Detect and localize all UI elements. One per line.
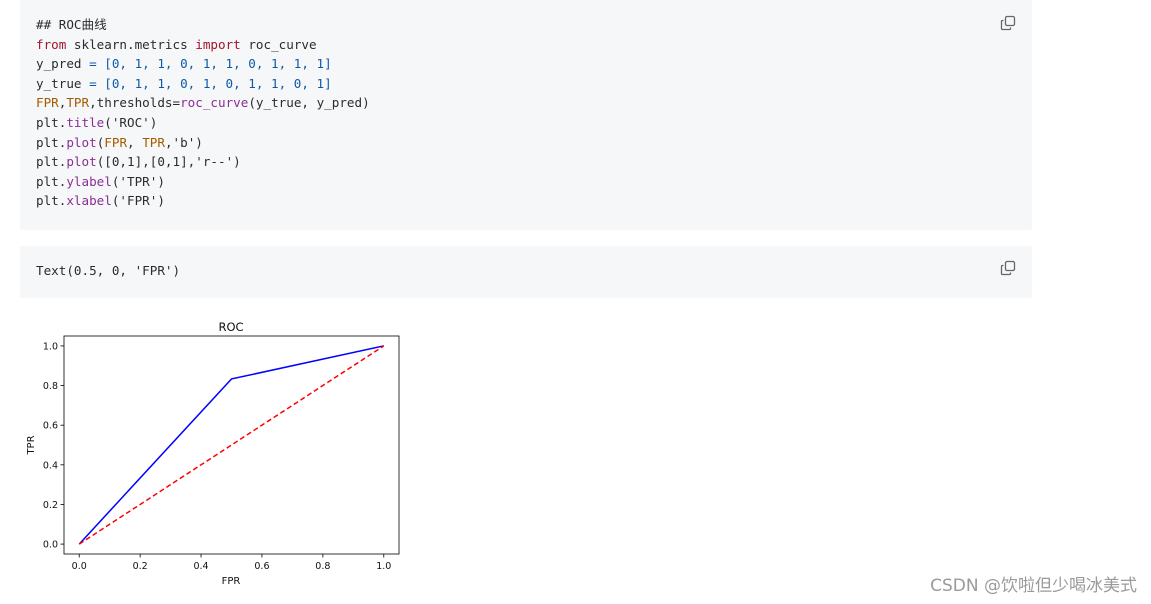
- code-token: ,thresholds=: [89, 95, 181, 111]
- code-line: plt.xlabel('FPR'): [36, 193, 165, 208]
- code-token: ('FPR'): [111, 193, 165, 209]
- code-token: plt.: [36, 193, 67, 209]
- output-text: Text(0.5, 0, 'FPR'): [36, 263, 181, 278]
- code-token: plot: [66, 154, 97, 170]
- x-tick-label: 0.8: [315, 561, 330, 572]
- y-axis-ticks: 0.0 0.2 0.4 0.6 0.8 1.0: [43, 341, 64, 551]
- code-text[interactable]: ## ROC曲线 from sklearn.metrics import roc…: [36, 15, 1032, 211]
- y-tick-label: 1.0: [43, 341, 58, 352]
- x-tick-label: 1.0: [376, 561, 391, 572]
- code-token: plt.: [36, 134, 67, 150]
- y-tick-label: 0.6: [43, 421, 58, 432]
- code-token: = [: [89, 56, 112, 72]
- code-token: ([0,1],[0,1],'r--'): [96, 154, 241, 170]
- code-token: plot: [66, 134, 97, 150]
- code-token: ('TPR'): [111, 173, 165, 189]
- x-tick-label: 0.0: [72, 561, 87, 572]
- code-token: y_pred: [36, 56, 90, 72]
- code-token: FPR: [104, 134, 128, 150]
- code-line: ## ROC曲线: [36, 17, 107, 32]
- code-token: ('ROC'): [104, 114, 158, 130]
- x-tick-label: 0.2: [133, 561, 148, 572]
- code-line: plt.title('ROC'): [36, 115, 157, 130]
- series-group: [78, 345, 385, 545]
- y-tick-label: 0.0: [43, 540, 58, 551]
- code-line: plt.plot(FPR, TPR,'b'): [36, 135, 203, 150]
- code-token: 0, 1, 1, 0, 1, 0, 1, 1, 0, 1: [111, 75, 325, 91]
- code-token: import: [195, 36, 241, 52]
- x-tick-label: 0.6: [254, 561, 269, 572]
- code-token: title: [66, 114, 105, 130]
- code-token: y_true: [36, 75, 90, 91]
- code-line: plt.ylabel('TPR'): [36, 174, 165, 189]
- y-tick-label: 0.8: [43, 381, 58, 392]
- diagonal-reference-line: [78, 345, 385, 545]
- code-token: = [: [89, 75, 112, 91]
- code-token: ,: [127, 134, 143, 150]
- code-token: (y_true, y_pred): [248, 95, 370, 111]
- output-cell: Text(0.5, 0, 'FPR'): [20, 246, 1032, 298]
- code-line: FPR,TPR,thresholds=roc_curve(y_true, y_p…: [36, 95, 370, 110]
- code-token: TPR: [66, 95, 90, 111]
- code-token: ]: [324, 75, 332, 91]
- code-cell: ## ROC曲线 from sklearn.metrics import roc…: [20, 0, 1032, 230]
- code-token: plt.: [36, 173, 67, 189]
- watermark: CSDN @饮啦但少喝冰美式: [930, 576, 1137, 596]
- code-token: plt.: [36, 114, 67, 130]
- code-token: ylabel: [66, 173, 112, 189]
- code-token: roc_curve: [240, 36, 317, 52]
- roc-chart: ROC 0.0 0.2 0.4 0.6 0.8 1.0 0.0 0.2 0.4 0.6 0.8 1.…: [26, 320, 400, 587]
- copy-icon[interactable]: [1000, 15, 1016, 31]
- x-axis-label: FPR: [222, 576, 241, 587]
- code-token: from: [36, 36, 67, 52]
- x-tick-label: 0.4: [193, 561, 208, 572]
- code-token: ]: [324, 56, 332, 72]
- code-line: from sklearn.metrics import roc_curve: [36, 37, 317, 52]
- y-axis-label: TPR: [26, 435, 37, 455]
- code-token: FPR: [36, 95, 59, 111]
- code-token: TPR: [142, 134, 165, 150]
- chart-title: ROC: [218, 320, 243, 334]
- y-tick-label: 0.4: [43, 460, 58, 471]
- code-token: plt.: [36, 154, 67, 170]
- code-token: sklearn.metrics: [66, 36, 196, 52]
- code-token: xlabel: [66, 193, 112, 209]
- copy-icon[interactable]: [1000, 260, 1016, 276]
- y-tick-label: 0.2: [43, 500, 58, 511]
- x-axis-ticks: 0.0 0.2 0.4 0.6 0.8 1.0: [72, 554, 391, 572]
- code-line: plt.plot([0,1],[0,1],'r--'): [36, 154, 241, 169]
- code-token: roc_curve: [180, 95, 249, 111]
- code-line: y_true = [0, 1, 1, 0, 1, 0, 1, 1, 0, 1]: [36, 76, 332, 91]
- code-token: 0, 1, 1, 0, 1, 1, 0, 1, 1, 1: [111, 56, 325, 72]
- code-token: ,'b'): [164, 134, 203, 150]
- code-token: ## ROC曲线: [36, 17, 107, 32]
- code-line: y_pred = [0, 1, 1, 0, 1, 1, 0, 1, 1, 1]: [36, 56, 332, 71]
